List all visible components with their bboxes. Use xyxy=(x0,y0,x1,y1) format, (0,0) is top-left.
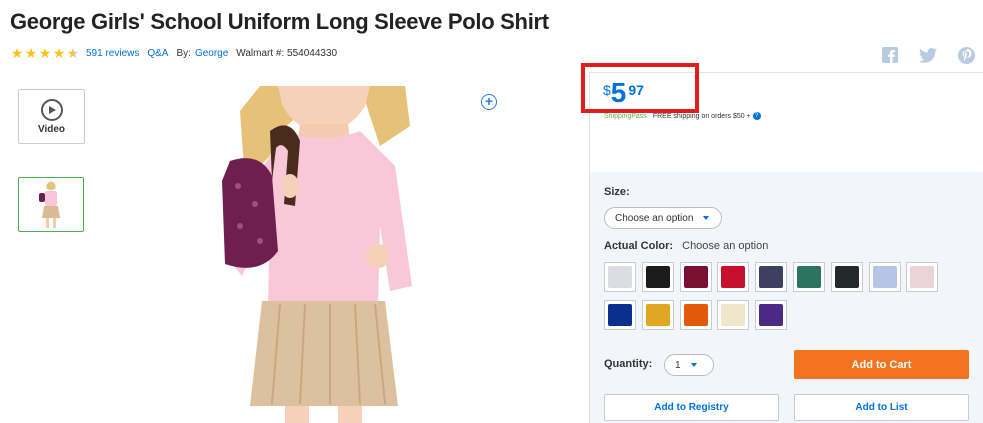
social-share xyxy=(881,46,975,64)
star-icon: ★ xyxy=(10,45,24,61)
color-label: Actual Color: Choose an option xyxy=(604,240,768,252)
swatch-color xyxy=(759,266,784,288)
color-swatch-light-pink[interactable] xyxy=(906,262,939,292)
play-icon xyxy=(40,98,63,121)
swatch-color xyxy=(872,266,897,288)
quantity-value: 1 xyxy=(675,359,681,371)
swatch-color xyxy=(683,266,708,288)
walmart-number: Walmart #: 554044330 xyxy=(236,47,338,59)
swatch-color xyxy=(797,266,821,288)
chevron-down-icon xyxy=(703,216,710,220)
swatch-color xyxy=(759,304,784,326)
star-icon: ★ xyxy=(24,45,38,61)
swatch-color xyxy=(645,266,670,288)
half-star-icon: ★ xyxy=(66,45,80,61)
twitter-icon[interactable] xyxy=(919,46,937,64)
info-icon[interactable]: ? xyxy=(752,112,761,120)
chevron-down-icon xyxy=(690,363,697,367)
product-meta: ★ ★ ★ ★ ★ 591 reviews Q&A By: George Wal… xyxy=(10,45,341,61)
star-icon: ★ xyxy=(38,45,52,61)
color-swatch-gold[interactable] xyxy=(641,300,674,330)
swatch-color xyxy=(721,304,746,326)
color-swatch-light-blue[interactable] xyxy=(868,262,901,292)
thumbnail-photo xyxy=(39,181,60,228)
swatch-color xyxy=(910,266,935,288)
product-photo xyxy=(222,86,412,423)
size-select-value: Choose an option xyxy=(615,212,694,224)
color-swatch-burgundy[interactable] xyxy=(679,262,712,292)
color-swatch-red[interactable] xyxy=(717,262,750,292)
shipping-info: ShippingPass FREE shipping on orders $50… xyxy=(604,112,761,120)
color-swatch-charcoal-navy[interactable] xyxy=(755,262,788,292)
add-to-cart-button[interactable]: Add to Cart xyxy=(794,350,969,379)
video-label: Video xyxy=(37,123,66,135)
swatch-color xyxy=(608,266,632,288)
swatch-color xyxy=(608,304,632,326)
facebook-icon[interactable] xyxy=(881,46,899,64)
shipping-pass-logo[interactable]: ShippingPass xyxy=(604,113,647,120)
color-swatch-black[interactable] xyxy=(641,262,674,292)
size-select[interactable]: Choose an option xyxy=(604,207,722,229)
swatch-color xyxy=(645,304,670,326)
price-highlight-box xyxy=(581,63,699,113)
swatch-color xyxy=(721,266,746,288)
color-swatch-light-gray[interactable] xyxy=(604,262,636,292)
actual-color-label: Actual Color: xyxy=(604,240,674,252)
quantity-select[interactable]: 1 xyxy=(664,354,714,376)
color-swatch-dark-green[interactable] xyxy=(830,262,863,292)
rating-stars[interactable]: ★ ★ ★ ★ ★ xyxy=(10,46,80,60)
by-label: By: xyxy=(176,47,191,59)
brand-link[interactable]: George xyxy=(195,48,228,59)
product-title: George Girls' School Uniform Long Sleeve… xyxy=(10,9,549,34)
image-thumbnail[interactable] xyxy=(18,177,84,232)
actual-color-value: Choose an option xyxy=(682,240,769,252)
qa-link[interactable]: Q&A xyxy=(147,48,168,59)
size-label: Size: xyxy=(604,186,630,198)
color-swatch-royal-blue[interactable] xyxy=(604,300,636,330)
pinterest-icon[interactable] xyxy=(957,46,975,64)
quantity-label: Quantity: xyxy=(604,358,653,370)
color-swatch-orange[interactable] xyxy=(679,300,712,330)
add-to-registry-button[interactable]: Add to Registry xyxy=(604,394,779,421)
swatch-color xyxy=(683,304,708,326)
reviews-link[interactable]: 591 reviews xyxy=(86,48,139,59)
free-shipping-text: FREE shipping on orders $50 + xyxy=(652,112,751,120)
color-swatch-green[interactable] xyxy=(793,262,825,292)
add-to-list-button[interactable]: Add to List xyxy=(794,394,969,421)
zoom-icon[interactable]: + xyxy=(481,94,497,110)
video-thumbnail[interactable]: Video xyxy=(18,89,85,144)
star-icon: ★ xyxy=(52,45,66,61)
color-swatch-purple[interactable] xyxy=(755,300,788,330)
color-swatch-cream[interactable] xyxy=(717,300,750,330)
swatch-color xyxy=(834,266,859,288)
